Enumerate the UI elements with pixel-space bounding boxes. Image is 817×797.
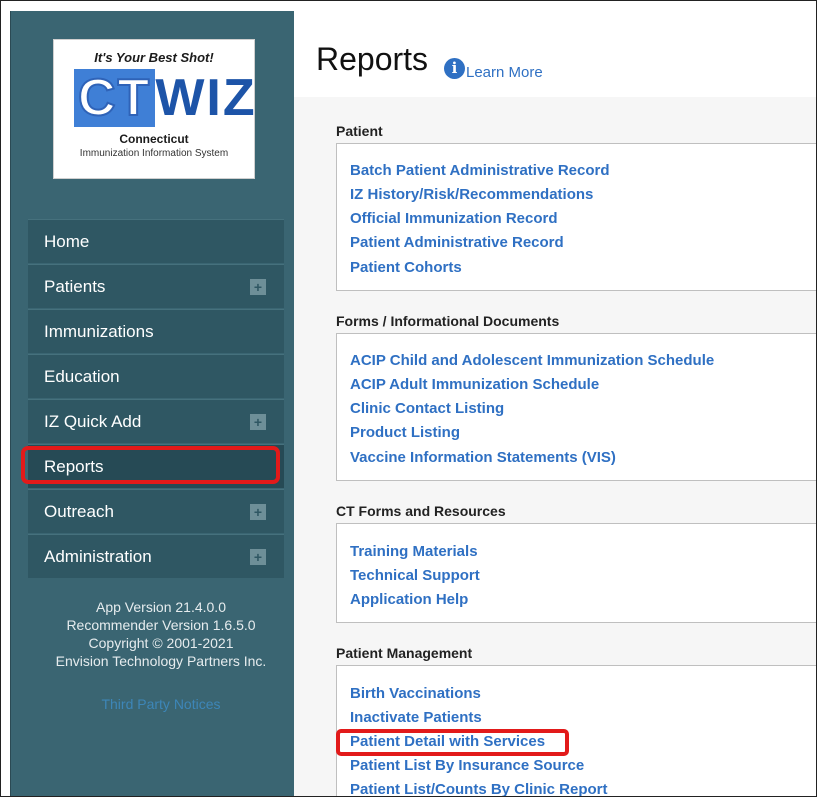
- report-link[interactable]: Technical Support: [350, 567, 480, 584]
- report-link[interactable]: Application Help: [350, 591, 468, 608]
- nav-label: Education: [44, 366, 120, 386]
- section-title-patient-management: Patient Management: [336, 645, 473, 661]
- nav-home[interactable]: Home: [28, 219, 284, 263]
- report-link[interactable]: ACIP Adult Immunization Schedule: [350, 376, 599, 393]
- nav-label: Administration: [44, 546, 152, 566]
- report-link[interactable]: Training Materials: [350, 543, 478, 560]
- nav-label: Home: [44, 231, 90, 251]
- patient-detail-highlight: [336, 729, 569, 756]
- third-party-notices-link[interactable]: Third Party Notices: [11, 695, 311, 713]
- reports-highlight: [21, 446, 280, 484]
- sidebar: It's Your Best Shot! CTWIZ Connecticut I…: [10, 11, 294, 796]
- recommender-version: Recommender Version 1.6.5.0: [66, 617, 256, 633]
- section-title-forms: Forms / Informational Documents: [336, 313, 560, 329]
- nav-label: IZ Quick Add: [44, 411, 142, 431]
- section-title-patient: Patient: [336, 123, 383, 139]
- nav-immunizations[interactable]: Immunizations: [28, 309, 284, 353]
- page-title: Reports: [316, 41, 429, 77]
- report-link[interactable]: Patient List/Counts By Clinic Report: [350, 781, 608, 796]
- logo-state: Connecticut: [119, 132, 189, 146]
- report-link[interactable]: Batch Patient Administrative Record: [350, 162, 610, 179]
- plus-icon[interactable]: +: [250, 279, 266, 295]
- report-link[interactable]: Birth Vaccinations: [350, 685, 481, 702]
- logo-tagline: It's Your Best Shot!: [94, 50, 214, 65]
- report-link[interactable]: Inactivate Patients: [350, 709, 482, 726]
- logo-wiz: WIZ: [155, 69, 257, 127]
- main-content: Reports i Learn More Patient Batch Patie…: [294, 1, 816, 796]
- nav-label: Immunizations: [44, 321, 154, 341]
- logo-wordmark: CTWIZ: [74, 68, 257, 128]
- company-name: Envision Technology Partners Inc.: [55, 653, 267, 669]
- report-link[interactable]: IZ History/Risk/Recommendations: [350, 186, 593, 203]
- ct-wiz-logo[interactable]: It's Your Best Shot! CTWIZ Connecticut I…: [53, 39, 255, 179]
- plus-icon[interactable]: +: [250, 414, 266, 430]
- report-link[interactable]: ACIP Child and Adolescent Immunization S…: [350, 352, 714, 369]
- nav-outreach[interactable]: Outreach +: [28, 489, 284, 533]
- nav-administration[interactable]: Administration +: [28, 534, 284, 578]
- report-link[interactable]: Product Listing: [350, 424, 460, 441]
- main-nav: Home Patients + Immunizations Education I…: [28, 219, 284, 579]
- nav-label: Patients: [44, 276, 106, 296]
- app-frame: It's Your Best Shot! CTWIZ Connecticut I…: [0, 0, 817, 797]
- nav-patients[interactable]: Patients +: [28, 264, 284, 308]
- report-link[interactable]: Patient List By Insurance Source: [350, 757, 584, 774]
- report-link[interactable]: Patient Administrative Record: [350, 234, 564, 251]
- info-icon[interactable]: i: [444, 58, 465, 79]
- nav-education[interactable]: Education: [28, 354, 284, 398]
- copyright: Copyright © 2001-2021: [88, 635, 234, 651]
- logo-ct: CT: [74, 68, 156, 128]
- section-title-ct-forms: CT Forms and Resources: [336, 503, 506, 519]
- report-link[interactable]: Official Immunization Record: [350, 210, 558, 227]
- nav-iz-quick-add[interactable]: IZ Quick Add +: [28, 399, 284, 443]
- logo-system: Immunization Information System: [79, 148, 229, 159]
- app-version: App Version 21.4.0.0: [96, 599, 226, 615]
- learn-more-link[interactable]: Learn More: [466, 64, 543, 81]
- reports-panel: Patient Batch Patient Administrative Rec…: [294, 97, 816, 796]
- plus-icon[interactable]: +: [250, 549, 266, 565]
- plus-icon[interactable]: +: [250, 504, 266, 520]
- report-link[interactable]: Clinic Contact Listing: [350, 400, 504, 417]
- report-link[interactable]: Patient Cohorts: [350, 259, 462, 276]
- report-link[interactable]: Vaccine Information Statements (VIS): [350, 449, 616, 466]
- nav-label: Outreach: [44, 501, 114, 521]
